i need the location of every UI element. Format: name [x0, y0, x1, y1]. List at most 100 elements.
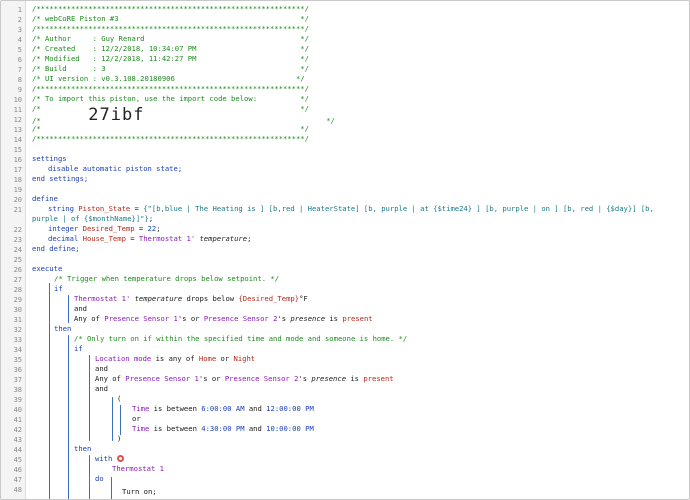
gear-icon[interactable]	[116, 454, 124, 462]
line-number: 22	[13, 226, 22, 234]
line-number: 14	[13, 136, 22, 144]
code-line-44: then	[74, 444, 92, 453]
line-number: 29	[13, 296, 22, 304]
value-night: Night	[233, 354, 256, 363]
line-number: 43	[13, 436, 22, 444]
code-line-24: end define;	[32, 244, 80, 253]
var-piston-state: Piston_State	[78, 204, 131, 213]
line-number: 3	[17, 26, 22, 34]
code-line-13: /* */	[32, 124, 309, 133]
line-number: 36	[13, 366, 22, 374]
time-condition[interactable]: Time	[132, 424, 149, 433]
code-editor: 1 2 3 4 5 6 7 8 9 10 11 12 13 14 15 16 17 18 19 20 21 22 23 24 2…	[0, 0, 690, 500]
line-number: 45	[13, 456, 22, 464]
device-presence-2[interactable]: Presence Sensor 2	[204, 314, 278, 323]
code-line-40: Time is between 6:00:00 AM and 12:00:00 …	[132, 404, 685, 414]
code-line-4: /* Author : Guy Renard */	[32, 34, 309, 43]
code-line-35: Location mode is any of Home or Night	[95, 354, 685, 364]
line-number: 7	[17, 66, 22, 74]
code-line-48: Turn on;	[122, 487, 157, 496]
line-number: 30	[13, 306, 22, 314]
code-line-18: end settings;	[32, 174, 89, 183]
device-thermostat[interactable]: Thermostat 1	[74, 294, 126, 303]
code-line-16: settings	[32, 154, 67, 163]
code-line-20: define	[32, 194, 58, 203]
line-number: 16	[13, 156, 22, 164]
and-word: and	[244, 404, 267, 413]
device-presence-1[interactable]: Presence Sensor 1	[125, 374, 199, 383]
s-or: 's or	[177, 314, 204, 323]
line-number: 44	[13, 446, 22, 454]
is: is	[346, 374, 364, 383]
attribute-presence: presence	[290, 314, 326, 323]
condition-bracket	[68, 295, 69, 323]
code-line-8: /* UI version : v0.3.108.20180906 */	[32, 74, 305, 83]
any-of: Any of	[95, 374, 126, 383]
line-number: 1	[17, 6, 22, 14]
device-presence-2[interactable]: Presence Sensor 2	[225, 374, 299, 383]
code-line-30: and	[74, 304, 87, 313]
unit: °F	[299, 294, 308, 303]
s-quote: 's	[298, 374, 312, 383]
device-thermostat[interactable]: Thermostat 1	[139, 234, 191, 243]
is-any-of: is any of	[151, 354, 199, 363]
nested-condition-bracket	[89, 355, 90, 441]
line-number: 27	[13, 276, 22, 284]
int-value: 22	[147, 224, 157, 233]
code-line-31: Any of Presence Sensor 1's or Presence S…	[74, 314, 685, 324]
line-number: 10	[13, 96, 22, 104]
code-line-46[interactable]: Thermostat 1	[112, 464, 685, 474]
code-line-33: /* Only turn on if within the specified …	[74, 334, 408, 343]
line-number: 8	[17, 76, 22, 84]
code-line-9: /***************************************…	[32, 84, 309, 93]
line-number: 19	[13, 186, 22, 194]
code-line-17: disable automatic piston state;	[48, 164, 183, 173]
code-line-5: /* Created : 12/2/2018, 10:34:07 PM */	[32, 44, 309, 53]
is-between: is between	[149, 424, 202, 433]
import-code[interactable]: 27ibf	[88, 105, 144, 125]
line-number: 33	[13, 336, 22, 344]
code-line-10: /* To import this piston, use the import…	[32, 94, 309, 103]
time-start-1: 6:00:00 AM	[201, 404, 245, 413]
is: is	[325, 314, 343, 323]
line-number: 38	[13, 386, 22, 394]
time-end-2: 10:00:00 PM	[266, 424, 314, 433]
line-number: 9	[17, 86, 22, 94]
location-mode[interactable]: Location mode	[95, 354, 151, 363]
code-line-37: Any of Presence Sensor 1's or Presence S…	[95, 374, 685, 384]
line-number: 40	[13, 406, 22, 414]
code-line-14: /***************************************…	[32, 134, 309, 143]
type-decimal: decimal	[48, 234, 83, 243]
line-number: 32	[13, 326, 22, 334]
or-word: or	[216, 354, 234, 363]
device-presence-1[interactable]: Presence Sensor 1	[104, 314, 178, 323]
code-line-45: with	[95, 454, 685, 464]
code-line-41: or	[132, 414, 141, 423]
string-value: {"[b,blue | The Heating is ] [b,red | He…	[143, 204, 654, 213]
then-block-bracket	[68, 335, 69, 499]
line-number: 28	[13, 286, 22, 294]
type-integer: integer	[48, 224, 83, 233]
then-inner-bracket	[89, 455, 90, 499]
line-number: 12	[13, 116, 22, 124]
line-number: 46	[13, 466, 22, 474]
code-line-21: string Piston_State = {"[b,blue | The He…	[48, 204, 685, 214]
any-of: Any of	[74, 314, 105, 323]
line-number: 17	[13, 166, 22, 174]
group-bracket	[112, 397, 113, 441]
code-line-22: integer Desired_Temp = 22;	[48, 224, 685, 234]
line-number: 26	[13, 266, 22, 274]
var-house-temp: House_Temp	[82, 234, 126, 243]
code-line-38: and	[95, 384, 108, 393]
is-between: is between	[149, 404, 202, 413]
code-line-27: /* Trigger when temperature drops below …	[54, 274, 280, 283]
type-string: string	[48, 204, 79, 213]
semicolon: ;	[247, 234, 252, 243]
time-condition[interactable]: Time	[132, 404, 149, 413]
attribute-temperature: temperature	[134, 294, 183, 303]
and-word: and	[244, 424, 267, 433]
line-number: 11	[13, 106, 22, 114]
code-line-39: (	[117, 394, 122, 403]
code-line-26: execute	[32, 264, 63, 273]
quote: '	[190, 234, 196, 243]
